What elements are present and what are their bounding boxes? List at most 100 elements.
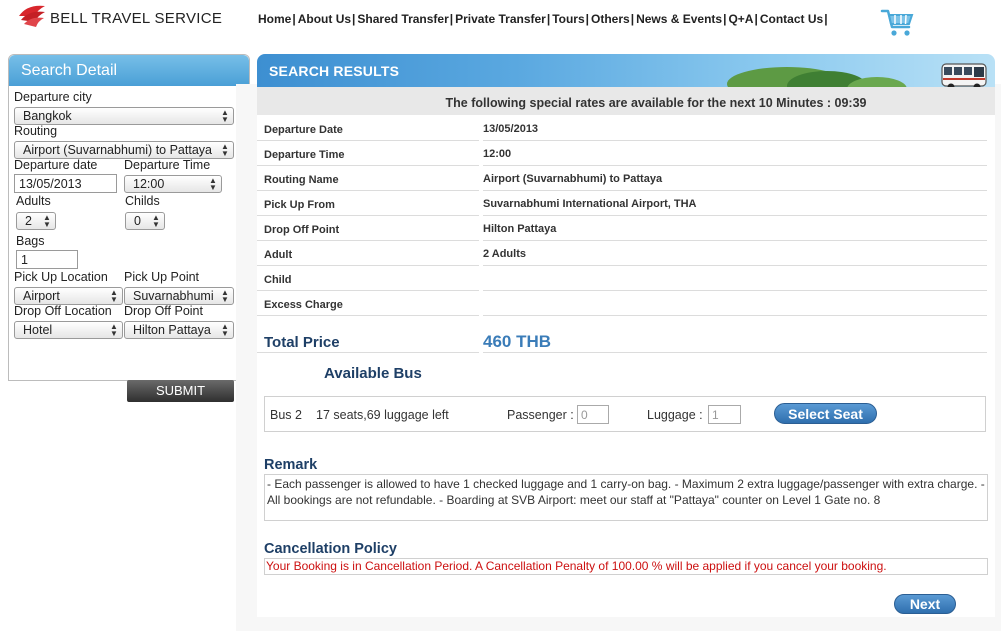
pickup-point-select[interactable]: Suvarnabhumi ▲ ▼ xyxy=(124,287,234,305)
select-arrows-icon: ▲ ▼ xyxy=(221,288,229,304)
nav-separator: | xyxy=(585,12,590,26)
passenger-label: Passenger : xyxy=(507,408,574,422)
bags-input[interactable]: 1 xyxy=(16,250,78,269)
luggage-input[interactable]: 1 xyxy=(708,405,741,424)
routing-value: Airport (Suvarnabhumi) to Pattaya xyxy=(23,143,212,157)
detail-label: Departure Date xyxy=(264,124,343,136)
pickup-location-select[interactable]: Airport ▲ ▼ xyxy=(14,287,123,305)
childs-label: Childs xyxy=(125,194,160,208)
dropoff-point-select[interactable]: Hilton Pattaya ▲ ▼ xyxy=(124,321,234,339)
dropoff-point-value: Hilton Pattaya xyxy=(133,323,211,337)
detail-label: Excess Charge xyxy=(264,299,343,311)
detail-row: Drop Off Point Hilton Pattaya xyxy=(257,216,987,241)
bus-name: Bus 2 xyxy=(270,408,302,422)
passenger-input[interactable]: 0 xyxy=(577,405,609,424)
adults-select[interactable]: 2 ▲ ▼ xyxy=(16,212,56,230)
detail-label: Adult xyxy=(264,249,293,261)
nav-separator: | xyxy=(449,12,454,26)
nav-item-others[interactable]: Others xyxy=(591,12,630,26)
remark-title: Remark xyxy=(264,457,318,473)
nav-separator: | xyxy=(630,12,635,26)
detail-row: Departure Time 12:00 xyxy=(257,141,987,166)
select-seat-button[interactable]: Select Seat xyxy=(774,403,877,424)
submit-button[interactable]: SUBMIT xyxy=(127,380,234,402)
select-arrows-icon: ▲ ▼ xyxy=(221,108,229,124)
detail-value: Airport (Suvarnabhumi) to Pattaya xyxy=(483,173,663,185)
departure-city-label: Departure city xyxy=(14,90,92,104)
departure-city-value: Bangkok xyxy=(23,109,72,123)
adults-label: Adults xyxy=(16,194,51,208)
childs-select[interactable]: 0 ▲ ▼ xyxy=(125,212,165,230)
bags-label: Bags xyxy=(16,234,45,248)
detail-value: 2 Adults xyxy=(483,248,526,260)
detail-label: Departure Time xyxy=(264,149,345,161)
detail-label: Pick Up From xyxy=(264,199,335,211)
dropoff-location-select[interactable]: Hotel ▲ ▼ xyxy=(14,321,123,339)
adults-value: 2 xyxy=(25,214,32,228)
nav-item-shared-transfer[interactable]: Shared Transfer xyxy=(357,12,448,26)
departure-time-label: Departure Time xyxy=(124,158,211,172)
select-arrows-icon: ▲ ▼ xyxy=(221,322,229,338)
dropoff-location-label: Drop Off Location xyxy=(14,304,112,318)
shopping-cart-icon[interactable] xyxy=(880,6,916,38)
detail-row: Adult 2 Adults xyxy=(257,241,987,266)
nav-separator: | xyxy=(352,12,356,26)
search-results-title: SEARCH RESULTS xyxy=(269,63,400,79)
bus-option-row: Bus 2 17 seats,69 luggage left Passenger… xyxy=(264,396,986,432)
nav-item-contact-us[interactable]: Contact Us xyxy=(760,12,823,26)
departure-date-input[interactable]: 13/05/2013 xyxy=(14,174,117,193)
departure-time-select[interactable]: 12:00 ▲ ▼ xyxy=(124,175,222,193)
luggage-label: Luggage : xyxy=(647,408,703,422)
detail-row: Routing Name Airport (Suvarnabhumi) to Pa… xyxy=(257,166,987,191)
nav-separator: | xyxy=(824,12,828,26)
detail-row: Child xyxy=(257,266,987,291)
dropoff-point-label: Drop Off Point xyxy=(124,304,203,318)
brand-logo[interactable]: BELL TRAVEL SERVICE xyxy=(17,2,222,30)
select-arrows-icon: ▲ ▼ xyxy=(221,142,229,158)
nav-separator: | xyxy=(723,12,727,26)
next-button[interactable]: Next xyxy=(894,594,956,614)
total-price-value: 460 THB xyxy=(483,332,552,351)
routing-select[interactable]: Airport (Suvarnabhumi) to Pattaya ▲ ▼ xyxy=(14,141,234,159)
nav-separator: | xyxy=(754,12,758,26)
search-detail-panel: Search Detail Departure city Bangkok ▲ ▼ … xyxy=(8,54,250,402)
bus-seats-info: 17 seats,69 luggage left xyxy=(316,408,449,422)
departure-date-label: Departure date xyxy=(14,158,98,172)
detail-label: Routing Name xyxy=(264,174,339,186)
nav-item-about-us[interactable]: About Us xyxy=(298,12,351,26)
nav-item-q-a[interactable]: Q+A xyxy=(728,12,753,26)
cancellation-policy-text: Your Booking is in Cancellation Period. … xyxy=(264,558,988,575)
detail-row: Pick Up From Suvarnabhumi International A… xyxy=(257,191,987,216)
main-nav: Home | About Us | Shared Transfer | Private Tr… xyxy=(258,12,830,26)
logo-icon xyxy=(19,5,45,27)
detail-row: Excess Charge xyxy=(257,291,987,316)
routing-label: Routing xyxy=(14,124,58,138)
remark-text: - Each passenger is allowed to have 1 ch… xyxy=(264,474,988,521)
special-rates-notice: The following special rates are availabl… xyxy=(257,87,995,115)
pickup-point-value: Suvarnabhumi xyxy=(133,289,214,303)
departure-city-select[interactable]: Bangkok ▲ ▼ xyxy=(14,107,234,125)
dropoff-location-value: Hotel xyxy=(23,323,53,337)
select-arrows-icon: ▲ ▼ xyxy=(110,322,118,338)
detail-row: Departure Date 13/05/2013 xyxy=(257,116,987,141)
departure-time-value: 12:00 xyxy=(133,177,165,191)
nav-separator: | xyxy=(546,12,551,26)
nav-item-news-events[interactable]: News & Events xyxy=(636,12,722,26)
detail-value: 12:00 xyxy=(483,148,512,160)
select-arrows-icon: ▲ ▼ xyxy=(209,176,217,192)
childs-value: 0 xyxy=(134,214,141,228)
nav-item-home[interactable]: Home xyxy=(258,12,291,26)
detail-label: Drop Off Point xyxy=(264,224,340,236)
detail-value: Suvarnabhumi International Airport, THA xyxy=(483,198,697,210)
pickup-location-label: Pick Up Location xyxy=(14,270,108,284)
special-rates-text: The following special rates are availabl… xyxy=(445,96,867,110)
available-bus-title: Available Bus xyxy=(324,365,422,382)
search-detail-title: Search Detail xyxy=(9,55,249,86)
nav-item-private-transfer[interactable]: Private Transfer xyxy=(455,12,546,26)
page: BELL TRAVEL SERVICE Home | About Us | Shared… xyxy=(0,0,1001,631)
nav-item-tours[interactable]: Tours xyxy=(552,12,584,26)
pickup-location-value: Airport xyxy=(23,289,60,303)
nav-separator: | xyxy=(292,12,296,26)
pickup-point-label: Pick Up Point xyxy=(124,270,200,284)
total-price-label: Total Price xyxy=(264,334,340,351)
